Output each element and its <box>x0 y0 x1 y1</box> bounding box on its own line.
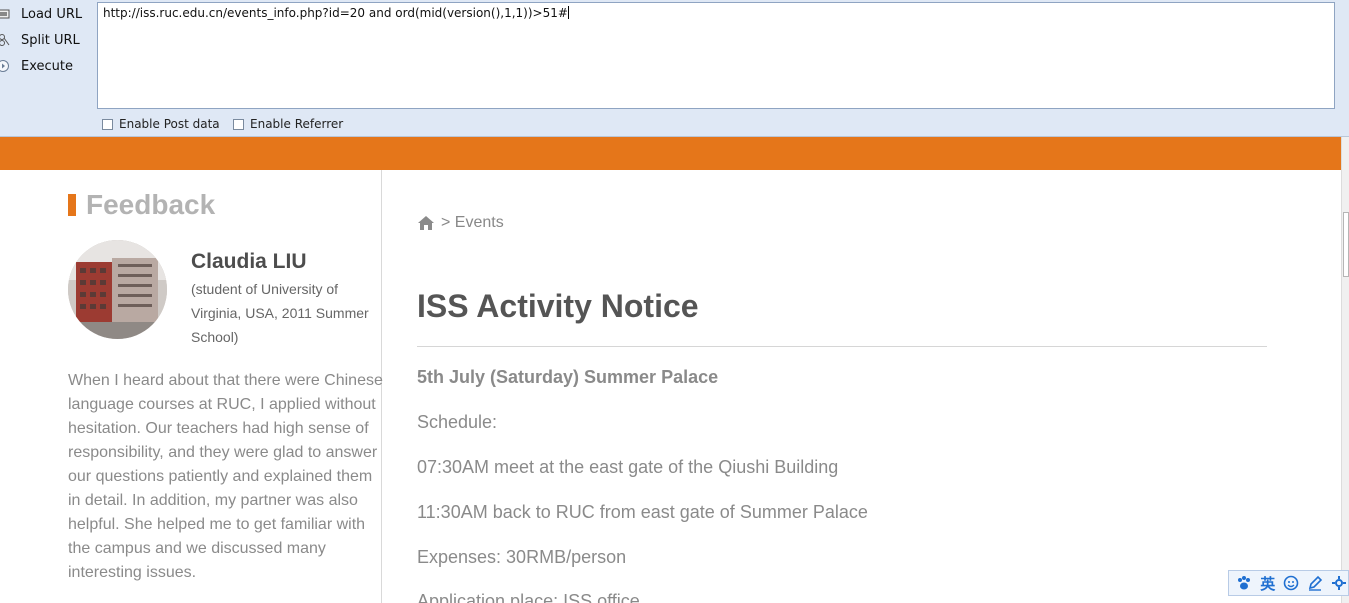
settings-icon[interactable] <box>1330 573 1348 593</box>
url-input[interactable]: http://iss.ruc.edu.cn/events_info.php?id… <box>97 2 1335 109</box>
ime-language-toggle[interactable]: 英 <box>1259 573 1277 593</box>
split-url-icon <box>0 33 11 47</box>
notice-schedule-item: 11:30AM back to RUC from east gate of Su… <box>417 502 868 522</box>
page-scrollbar[interactable] <box>1341 137 1349 603</box>
site-header-band <box>0 137 1341 170</box>
feedback-heading: Feedback <box>68 189 216 220</box>
home-icon[interactable] <box>417 215 435 231</box>
ime-toolbar: 英 <box>1228 570 1349 596</box>
enable-post-data-option[interactable]: Enable Post data <box>102 115 220 133</box>
building-photo-icon <box>68 240 167 339</box>
enable-referrer-checkbox[interactable] <box>233 118 244 130</box>
notice-expenses: Expenses: 30RMB/person <box>417 547 627 567</box>
text-caret <box>567 6 569 19</box>
pen-icon[interactable] <box>1306 573 1324 593</box>
url-value: http://iss.ruc.edu.cn/events_info.php?id… <box>103 6 568 20</box>
hackbar-toolbar: Load URL Split URL Execute http://iss.ru… <box>0 0 1349 137</box>
avatar <box>68 240 167 339</box>
split-url-button[interactable]: Split URL <box>0 29 80 51</box>
smiley-icon[interactable] <box>1283 573 1301 593</box>
execute-label: Execute <box>21 58 73 74</box>
execute-icon <box>0 59 11 73</box>
breadcrumb: > Events <box>417 214 504 232</box>
heading-accent-bar <box>68 194 76 216</box>
enable-referrer-label: Enable Referrer <box>250 117 344 131</box>
title-divider <box>417 346 1267 347</box>
notice-schedule-item: 07:30AM meet at the east gate of the Qiu… <box>417 457 839 477</box>
notice-date-line: 5th July (Saturday) Summer Palace <box>417 367 719 387</box>
paw-icon[interactable] <box>1235 573 1253 593</box>
enable-post-data-label: Enable Post data <box>119 117 220 131</box>
notice-application-place: Application place: ISS office <box>417 591 640 603</box>
notice-schedule-label: Schedule: <box>417 412 498 432</box>
page-content: Feedback Claudia LIU (student of Univers… <box>0 170 1341 603</box>
enable-post-data-checkbox[interactable] <box>102 118 113 130</box>
testimonial-text: When I heard about that there were Chine… <box>68 372 383 581</box>
load-url-button[interactable]: Load URL <box>0 3 82 25</box>
person-name: Claudia LIU <box>191 250 307 273</box>
enable-referrer-option[interactable]: Enable Referrer <box>233 115 343 133</box>
scrollbar-thumb[interactable] <box>1343 212 1349 277</box>
person-description: (student of University of Virginia, USA,… <box>191 281 369 345</box>
load-url-label: Load URL <box>21 6 83 22</box>
split-url-label: Split URL <box>21 32 80 48</box>
execute-button[interactable]: Execute <box>0 55 73 77</box>
breadcrumb-separator: > <box>441 214 451 231</box>
breadcrumb-current[interactable]: Events <box>455 214 504 232</box>
feedback-title: Feedback <box>86 189 216 220</box>
page-title: ISS Activity Notice <box>417 288 699 324</box>
load-url-icon <box>0 7 11 21</box>
